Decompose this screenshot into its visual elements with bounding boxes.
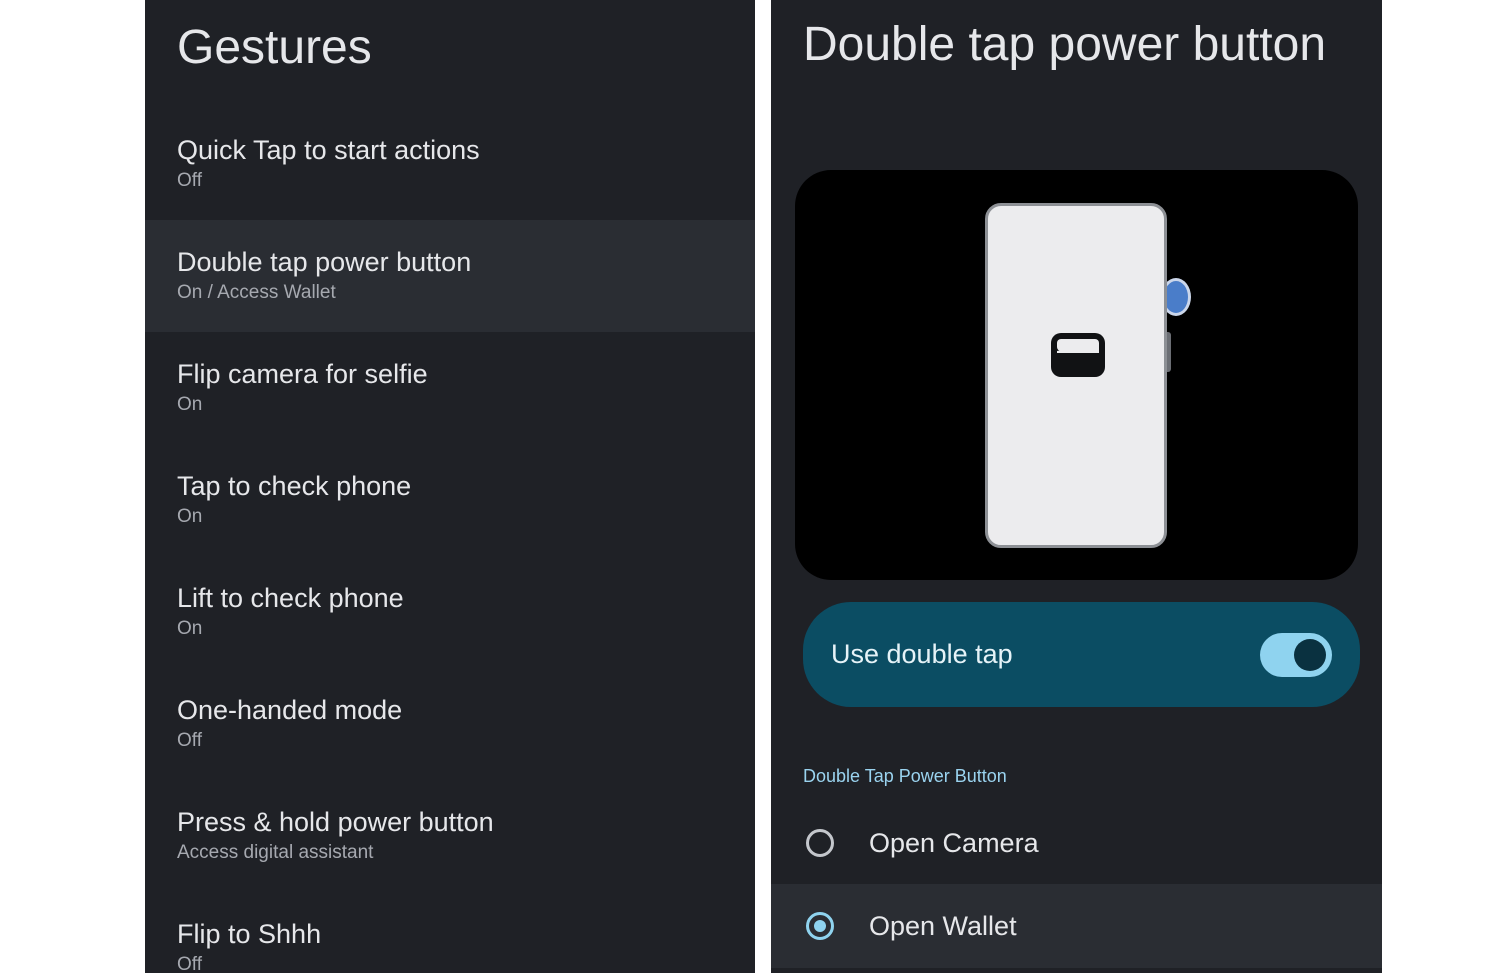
setting-title: Tap to check phone [177,471,412,501]
setting-title: Flip camera for selfie [177,359,428,389]
setting-status: Off [177,730,202,751]
option-open-camera[interactable]: Open Camera [771,801,1382,885]
setting-title: Lift to check phone [177,583,404,613]
setting-lift-to-check[interactable]: Lift to check phone On [145,556,755,668]
toggle-label: Use double tap [831,639,1013,669]
setting-tap-to-check[interactable]: Tap to check phone On [145,444,755,556]
gestures-screen: Gestures Quick Tap to start actions Off … [145,0,755,973]
toggle-thumb [1294,639,1326,671]
setting-status: On [177,506,203,527]
radio-dot [814,920,826,932]
setting-status: On / Access Wallet [177,282,336,303]
setting-title: Flip to Shhh [177,919,322,949]
setting-flip-to-shhh[interactable]: Flip to Shhh Off [145,892,755,973]
section-header: Double Tap Power Button [803,766,1007,786]
gesture-illustration [795,170,1358,580]
option-label: Open Wallet [869,911,1017,941]
wallet-icon [1051,333,1105,377]
setting-quick-tap[interactable]: Quick Tap to start actions Off [145,108,755,220]
setting-status: Off [177,170,202,191]
setting-title: Quick Tap to start actions [177,135,480,165]
option-open-wallet[interactable]: Open Wallet [771,884,1382,968]
double-tap-screen: Double tap power button Use double tap D… [771,0,1382,973]
setting-press-hold-power[interactable]: Press & hold power button Access digital… [145,780,755,892]
radio-checked-icon[interactable] [806,912,834,940]
setting-title: Press & hold power button [177,807,494,837]
phone-icon [985,203,1167,548]
setting-title: Double tap power button [177,247,472,277]
setting-flip-camera[interactable]: Flip camera for selfie On [145,332,755,444]
page-title: Gestures [177,21,372,74]
setting-status: On [177,394,203,415]
gestures-list: Quick Tap to start actions Off Double ta… [145,108,755,973]
use-double-tap-toggle[interactable] [1260,633,1332,677]
option-label: Open Camera [869,828,1039,858]
setting-status: On [177,618,203,639]
radio-unchecked-icon[interactable] [806,829,834,857]
page-title: Double tap power button [803,18,1327,71]
use-double-tap-card[interactable]: Use double tap [803,602,1360,707]
setting-double-tap-power[interactable]: Double tap power button On / Access Wall… [145,220,755,332]
setting-one-handed-mode[interactable]: One-handed mode Off [145,668,755,780]
setting-title: One-handed mode [177,695,403,725]
setting-status: Off [177,954,202,973]
setting-status: Access digital assistant [177,842,374,863]
